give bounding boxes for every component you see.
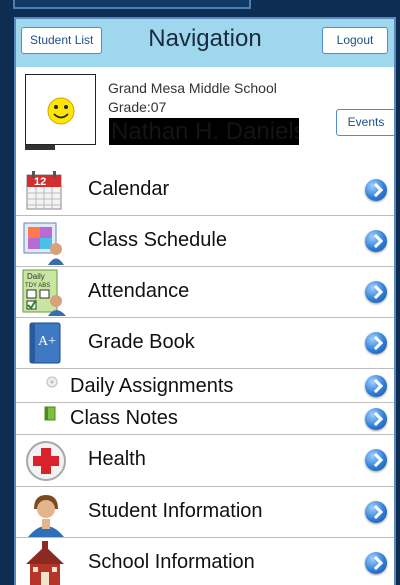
menu-item-class-schedule[interactable]: Class Schedule — [16, 216, 394, 267]
events-button[interactable]: Events — [336, 109, 394, 136]
class-notes-icon — [42, 405, 58, 428]
class-schedule-icon — [22, 219, 68, 270]
school-name: Grand Mesa Middle School — [108, 80, 277, 96]
student-name: Nathan H. Daniels — [109, 118, 299, 145]
logout-button[interactable]: Logout — [322, 27, 388, 54]
menu-item-class-notes[interactable]: Class Notes — [16, 403, 394, 435]
chevron-right-icon[interactable] — [365, 179, 387, 201]
svg-text:12: 12 — [34, 176, 46, 188]
calendar-icon: 12 — [24, 169, 64, 216]
grade-book-icon: A+ — [26, 321, 66, 372]
menu-item-label: Grade Book — [88, 331, 195, 353]
school-building-icon — [22, 540, 68, 585]
navigation-panel: Student List Navigation Logout Grand Mes… — [14, 17, 396, 585]
avatar-shadow — [25, 145, 55, 150]
menu-item-label: Attendance — [88, 280, 190, 302]
student-information-icon — [24, 489, 68, 542]
chevron-right-icon[interactable] — [365, 552, 387, 574]
menu-item-label: Class Notes — [70, 407, 178, 429]
menu-item-label: Health — [88, 448, 146, 470]
chevron-right-icon[interactable] — [365, 449, 387, 471]
chevron-right-icon[interactable] — [365, 332, 387, 354]
chevron-right-icon[interactable] — [365, 230, 387, 252]
avatar — [25, 74, 96, 150]
chevron-right-icon[interactable] — [365, 408, 387, 430]
menu-item-attendance[interactable]: Daily TDY ABS Attendance — [16, 267, 394, 318]
menu-item-label: School Information — [88, 551, 255, 573]
smiley-face-icon — [47, 97, 75, 125]
svg-text:Daily: Daily — [27, 272, 45, 281]
student-profile: Grand Mesa Middle School Grade:07 Nathan… — [16, 67, 394, 166]
menu-item-label: Calendar — [88, 178, 170, 200]
svg-text:TDY ABS: TDY ABS — [25, 283, 50, 289]
menu-item-label: Class Schedule — [88, 229, 227, 251]
chevron-right-icon[interactable] — [365, 375, 387, 397]
menu-item-label: Student Information — [88, 500, 263, 522]
menu-item-student-information[interactable]: Student Information — [16, 487, 394, 538]
svg-text:A+: A+ — [38, 334, 56, 349]
student-grade: Grade:07 — [108, 99, 167, 115]
attendance-icon: Daily TDY ABS — [22, 269, 68, 321]
menu-item-grade-book[interactable]: A+ Grade Book — [16, 318, 394, 369]
menu-item-label: Daily Assignments — [70, 375, 234, 397]
daily-assignments-icon — [44, 373, 60, 394]
navigation-menu: 12 Calendar Class Schedule Daily TDY ABS… — [16, 165, 394, 585]
menu-item-daily-assignments[interactable]: Daily Assignments — [16, 369, 394, 403]
menu-item-health[interactable]: Health — [16, 435, 394, 487]
header-bar: Student List Navigation Logout — [16, 19, 394, 67]
top-bar — [13, 0, 251, 9]
chevron-right-icon[interactable] — [365, 281, 387, 303]
health-cross-icon — [24, 439, 68, 488]
menu-item-school-information[interactable]: School Information — [16, 538, 394, 585]
menu-item-calendar[interactable]: 12 Calendar — [16, 165, 394, 216]
chevron-right-icon[interactable] — [365, 501, 387, 523]
